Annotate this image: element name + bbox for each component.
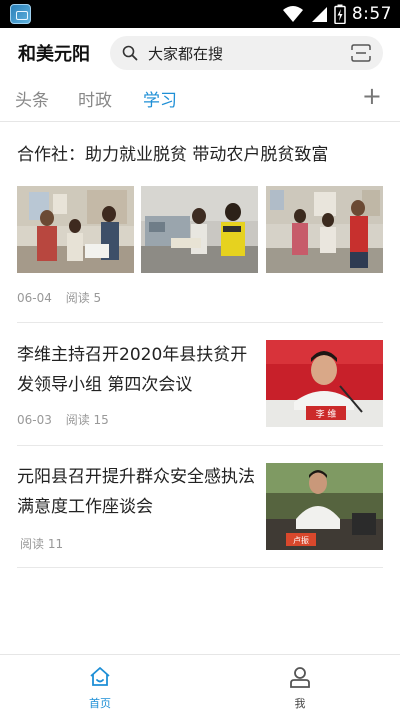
article-title: 元阳县召开提升群众安全感执法满意度工作座谈会	[17, 467, 255, 517]
article-image	[266, 186, 383, 273]
article-card[interactable]: 李维主持召开2020年县扶贫开发领导小组 第四次会议	[17, 340, 255, 400]
status-icons: 8:57	[282, 0, 392, 28]
tab-headlines[interactable]: 头条	[15, 86, 49, 111]
wifi-icon	[282, 6, 303, 22]
status-time: 8:57	[351, 4, 392, 24]
article-card[interactable]: 元阳县召开提升群众安全感执法满意度工作座谈会	[17, 462, 255, 522]
tab-politics[interactable]: 时政	[78, 86, 112, 111]
top-bar: 和美元阳 大家都在搜	[0, 28, 400, 78]
tab-study[interactable]: 学习	[143, 86, 177, 111]
article-title: 李维主持召开2020年县扶贫开发领导小组 第四次会议	[17, 345, 248, 395]
status-bar: 8:57	[0, 0, 400, 28]
divider	[17, 567, 383, 568]
article-image	[141, 186, 258, 273]
article-read-count: 阅读 15	[65, 413, 109, 427]
article-read-count: 阅读 11	[20, 537, 64, 551]
nameplate-text: 李 维	[316, 408, 337, 420]
scan-icon[interactable]	[351, 44, 371, 62]
signal-icon	[311, 7, 327, 22]
article-image: 李 维	[266, 340, 383, 427]
article-date: 06-04	[17, 291, 52, 305]
user-icon	[290, 667, 310, 688]
article-meta: 阅读 11	[20, 535, 73, 552]
nav-item-home[interactable]: 首页	[0, 655, 200, 710]
divider	[17, 322, 383, 323]
article-read-count: 阅读 5	[65, 291, 102, 305]
nameplate-text: 卢振	[293, 535, 309, 545]
channel-tabs: 头条 时政 学习 +	[0, 82, 400, 118]
divider	[17, 445, 383, 446]
app-icon	[10, 4, 31, 24]
article-title: 合作社：助力就业脱贫 带动农户脱贫致富	[17, 145, 329, 165]
battery-icon	[334, 4, 346, 24]
home-icon	[90, 667, 110, 686]
search-icon	[122, 45, 138, 61]
nav-label-home: 首页	[89, 697, 111, 710]
nav-item-me[interactable]: 我	[200, 655, 400, 710]
article-card[interactable]: 合作社：助力就业脱贫 带动农户脱贫致富	[17, 140, 383, 170]
app-title: 和美元阳	[18, 44, 90, 65]
article-meta: 06-04 阅读 5	[17, 289, 111, 306]
article-meta: 06-03 阅读 15	[17, 411, 119, 428]
bottom-nav: 首页 我	[0, 654, 400, 710]
search-placeholder: 大家都在搜	[148, 45, 224, 63]
nav-label-me: 我	[294, 697, 306, 710]
search-input[interactable]: 大家都在搜	[110, 36, 383, 70]
tabs-divider	[0, 121, 400, 122]
article-date: 06-03	[17, 413, 52, 427]
article-image: 卢振	[266, 463, 383, 550]
article-image	[17, 186, 134, 273]
add-channel-icon[interactable]: +	[362, 84, 382, 108]
